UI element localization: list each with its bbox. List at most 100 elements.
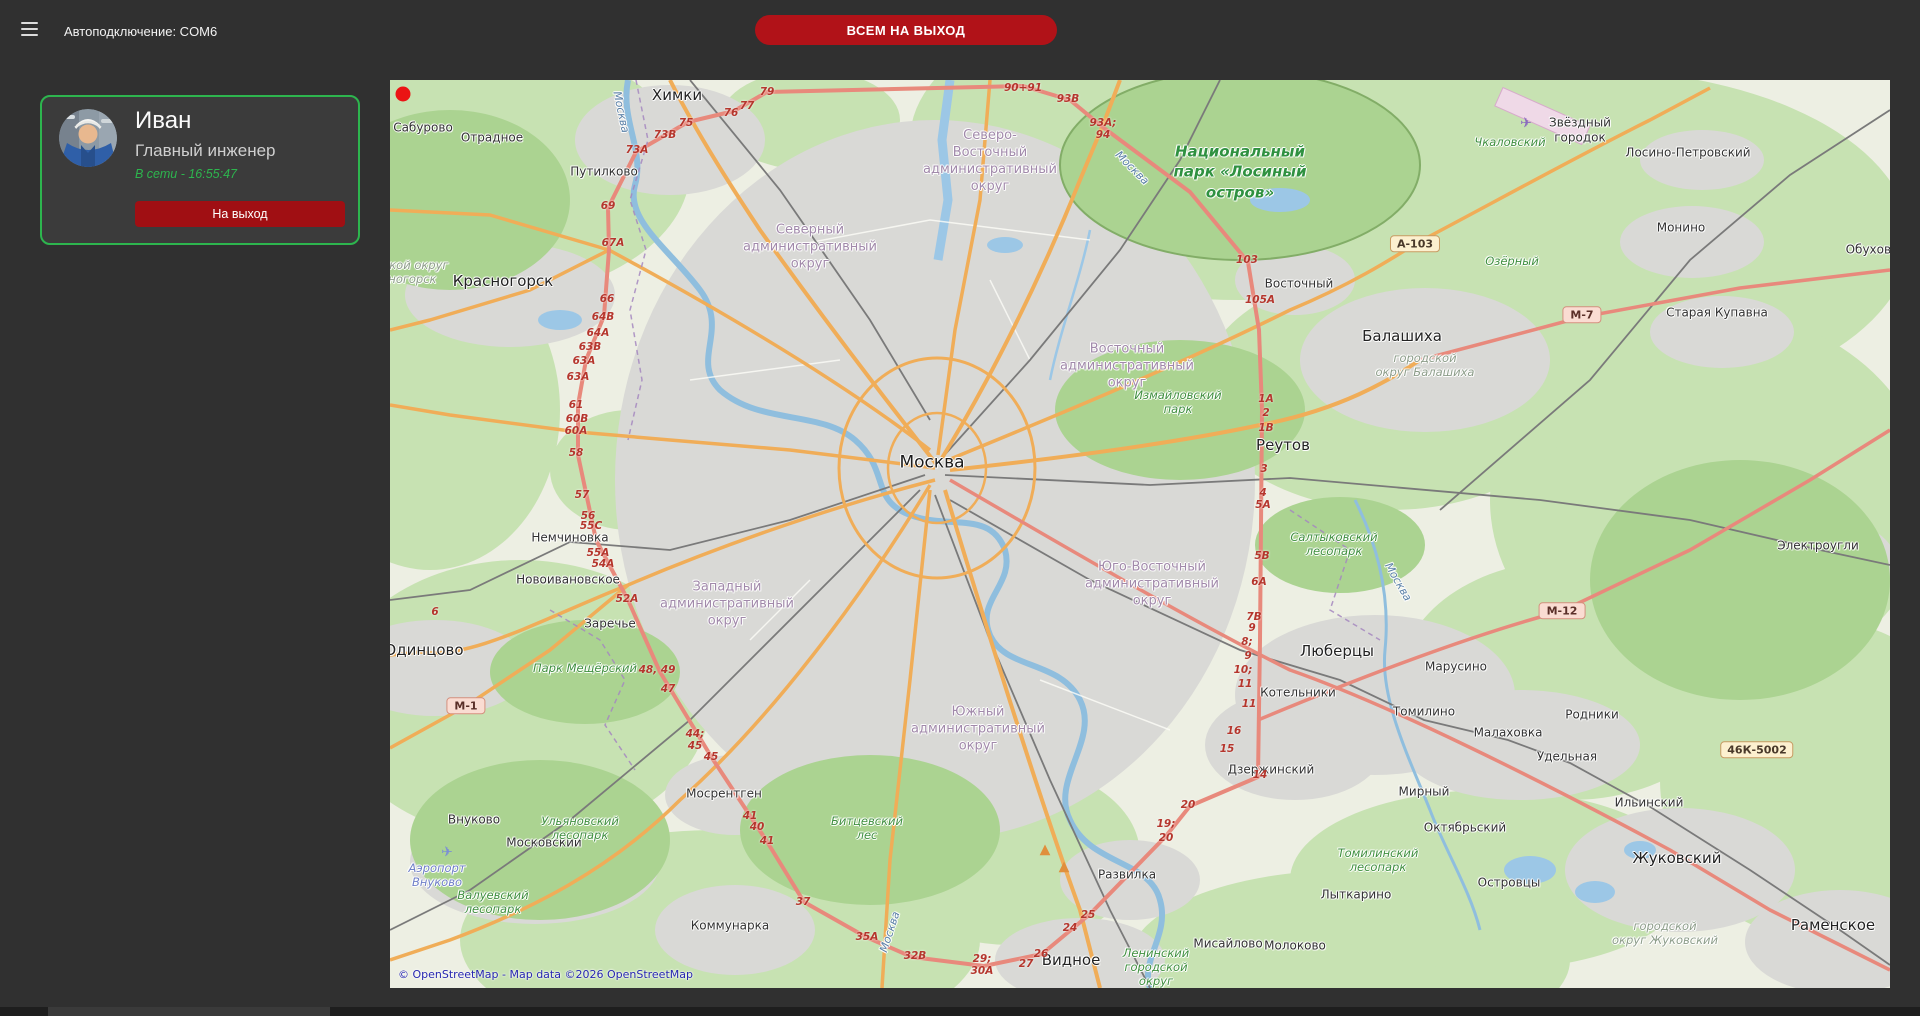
map-label: 29; 30А [970, 952, 994, 977]
map-label: 5А [1255, 498, 1271, 511]
map-label: Москва [1382, 560, 1415, 604]
map-label: Звёздный городок [1549, 115, 1611, 144]
map-label: Москва [877, 909, 903, 954]
map-label: Томилино [1392, 704, 1456, 719]
map-label: Восточный [1264, 276, 1334, 291]
map-label: Внуково [447, 812, 501, 827]
map-label: 40 [749, 820, 765, 833]
user-online-status: В сети - 16:55:47 [135, 167, 238, 181]
map-label: 26 [1033, 947, 1049, 960]
map-label: 11 [1237, 677, 1253, 690]
map-label: Северо- Восточный административный округ [923, 128, 1057, 194]
map-label: 2 [1262, 406, 1270, 419]
map-label: 32В [903, 949, 927, 962]
map-label: 63А [566, 370, 590, 383]
map-label: Аэропорт Внуково [408, 860, 466, 889]
map-label: 67А [601, 236, 625, 249]
map-label: 52А [615, 592, 639, 605]
map-label: 61 [568, 398, 584, 411]
map-label: городской округ Красногорск [390, 257, 449, 286]
map-label: 1В [1258, 421, 1274, 434]
map-label: 6А [1251, 575, 1267, 588]
map-label: 19; [1156, 817, 1176, 830]
map-label: Малаховка [1473, 725, 1543, 740]
map-label: Лосино-Петровский [1625, 145, 1751, 160]
map-label: М-1 [446, 697, 486, 715]
map-label: 76 [723, 106, 739, 119]
map-label: Островцы [1477, 875, 1541, 890]
map-label: 48, 49 [638, 663, 676, 676]
map-label: Электроугли [1777, 538, 1859, 553]
app-window: Автоподключение: COM6 ВСЕМ НА ВЫХОД Иван… [0, 0, 1920, 1016]
map-label: Мисайлово [1193, 936, 1263, 951]
map-label: Национальный парк «Лосиный остров» [1173, 142, 1307, 202]
map-label: М-12 [1538, 602, 1586, 620]
map-label: Восточный административный округ [1060, 341, 1194, 391]
map-label: 63А [572, 354, 596, 367]
map-label: 14 [1252, 768, 1268, 781]
map-label: 41 [759, 834, 775, 847]
map-label: Отрадное [460, 130, 524, 145]
map-label: Измайловский парк [1134, 387, 1222, 416]
map-label: 6 [431, 605, 439, 618]
map-label: 77 [739, 99, 755, 112]
map-label: 10; [1233, 663, 1253, 676]
map-label: М-7 [1562, 306, 1602, 324]
map-label: Молоково [1264, 938, 1326, 953]
map-attribution: © OpenStreetMap - Map data ©2026 OpenStr… [398, 968, 693, 981]
map-label: Родники [1565, 707, 1619, 722]
user-role: Главный инженер [135, 141, 276, 160]
avatar [59, 109, 117, 167]
map-label: 4 [1259, 486, 1267, 499]
map-label: Видное [1041, 950, 1101, 969]
map-label: Обухово [1845, 242, 1890, 257]
map-label: городской округ Жуковский [1612, 918, 1718, 947]
exit-all-button[interactable]: ВСЕМ НА ВЫХОД [755, 15, 1057, 45]
map-label: Раменское [1790, 915, 1876, 934]
map-label: Коммунарка [690, 918, 770, 933]
map-label: Москва [1112, 148, 1152, 188]
map-label: 66 [599, 292, 615, 305]
map-label: 37 [795, 895, 811, 908]
map-label: Мосрентген [686, 786, 762, 801]
map-label: Жуковский [1632, 848, 1722, 867]
map-label: 57 [574, 488, 590, 501]
map-label: Западный административный округ [660, 579, 794, 629]
map-label: 93В [1056, 92, 1080, 105]
hamburger-menu-icon[interactable] [21, 22, 39, 38]
map-label: Балашиха [1362, 326, 1442, 345]
map-label: Ленинский городской округ [1122, 945, 1190, 988]
map-label: Салтыковский лесопарк [1290, 529, 1378, 558]
map-label: 8; [1241, 635, 1253, 648]
map-label: 9 [1244, 649, 1252, 662]
map-label: Октябрьский [1423, 820, 1507, 835]
map-label: ✈ [1520, 115, 1532, 132]
map-label: Дзержинский [1227, 762, 1315, 777]
map-view[interactable]: Химки Красногорск Одинцово Москва Балашиха Лю… [390, 80, 1890, 988]
map-label: Северный административный округ [743, 222, 877, 272]
map-label: 15 [1219, 742, 1235, 755]
map-label: Люберцы [1300, 641, 1374, 660]
map-label: Парк Мещёрский [532, 660, 638, 675]
map-label: 63В [578, 340, 602, 353]
map-label: Старая Купавна [1666, 305, 1768, 320]
map-label: Лыткарино [1320, 887, 1392, 902]
map-label: Ильинский [1614, 795, 1684, 810]
map-label: 25 [1080, 908, 1096, 921]
map-label: 20 [1158, 831, 1174, 844]
map-label: Реутов [1256, 435, 1310, 454]
map-label: 75 [678, 116, 694, 129]
map-label: 69 [600, 199, 616, 212]
map-label: 11 [1241, 697, 1257, 710]
map-label: Сабурово [393, 120, 453, 135]
map-label: 27 [1018, 957, 1034, 970]
logout-button[interactable]: На выход [135, 201, 345, 227]
map-label: 1А [1258, 392, 1274, 405]
map-label: 20 [1180, 798, 1196, 811]
map-label: Котельники [1260, 685, 1336, 700]
map-label: Одинцово [390, 640, 464, 659]
map-label: 55С [579, 519, 603, 532]
map-label: 79 [759, 85, 775, 98]
map-label: ▲ [1039, 841, 1051, 858]
map-label: ✈ [441, 844, 453, 861]
